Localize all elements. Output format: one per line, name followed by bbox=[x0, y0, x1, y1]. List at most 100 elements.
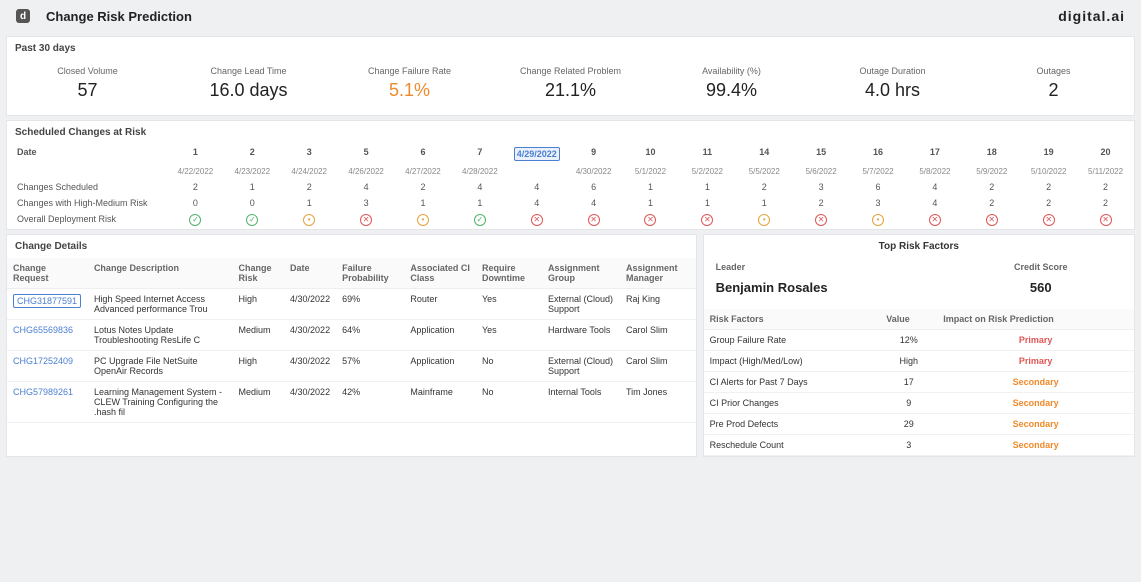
kpi-4[interactable]: Availability (%) 99.4% bbox=[651, 60, 812, 115]
sched-cell[interactable]: ✕ bbox=[508, 211, 565, 229]
sched-cell[interactable]: • bbox=[395, 211, 452, 229]
date-col-17[interactable]: 17 bbox=[906, 144, 963, 164]
sched-cell[interactable]: ✕ bbox=[622, 211, 679, 229]
table-row[interactable]: CHG17252409 PC Upgrade File NetSuite Ope… bbox=[7, 351, 696, 382]
date-col-14[interactable]: 14 bbox=[736, 144, 793, 164]
sched-cell[interactable]: 4 bbox=[565, 195, 622, 211]
sched-cell[interactable]: 1 bbox=[451, 195, 508, 211]
date-col-11[interactable]: 11 bbox=[679, 144, 736, 164]
change-request-link[interactable]: CHG57989261 bbox=[13, 387, 73, 397]
rf-row[interactable]: Reschedule Count 3 Secondary bbox=[704, 435, 1134, 456]
sched-cell[interactable]: 4 bbox=[508, 179, 565, 195]
sched-cell[interactable]: 2 bbox=[1020, 179, 1077, 195]
sched-cell[interactable]: 2 bbox=[963, 195, 1020, 211]
sched-cell[interactable]: ✕ bbox=[793, 211, 850, 229]
rf-row[interactable]: Group Failure Rate 12% Primary bbox=[704, 330, 1134, 351]
sched-cell[interactable]: ✓ bbox=[224, 211, 281, 229]
sched-cell[interactable]: 4 bbox=[338, 179, 395, 195]
sched-cell[interactable]: 1 bbox=[622, 195, 679, 211]
cd-header[interactable]: Date bbox=[284, 258, 336, 289]
sched-cell[interactable]: 4 bbox=[508, 195, 565, 211]
cd-header[interactable]: Change Request bbox=[7, 258, 88, 289]
kpi-0[interactable]: Closed Volume 57 bbox=[7, 60, 168, 115]
sched-cell[interactable]: ✓ bbox=[451, 211, 508, 229]
sched-cell[interactable]: 3 bbox=[338, 195, 395, 211]
cd-header[interactable]: Change Description bbox=[88, 258, 233, 289]
sched-cell[interactable]: 1 bbox=[622, 179, 679, 195]
date-col-5[interactable]: 5 bbox=[338, 144, 395, 164]
sched-cell[interactable]: 4 bbox=[906, 195, 963, 211]
date-col-10[interactable]: 10 bbox=[622, 144, 679, 164]
sched-cell[interactable]: 2 bbox=[793, 195, 850, 211]
cd-header[interactable]: Associated CI Class bbox=[404, 258, 476, 289]
kpi-2[interactable]: Change Failure Rate 5.1% bbox=[329, 60, 490, 115]
rf-row[interactable]: Impact (High/Med/Low) High Primary bbox=[704, 351, 1134, 372]
sched-cell[interactable]: 1 bbox=[224, 179, 281, 195]
date-col-1[interactable]: 1 bbox=[167, 144, 224, 164]
sched-cell[interactable]: 0 bbox=[167, 195, 224, 211]
sched-cell[interactable]: 6 bbox=[565, 179, 622, 195]
date-col-8[interactable]: 4/29/2022 bbox=[508, 144, 565, 164]
sched-cell[interactable]: 2 bbox=[395, 179, 452, 195]
cd-header[interactable]: Require Downtime bbox=[476, 258, 542, 289]
date-col-2[interactable]: 2 bbox=[224, 144, 281, 164]
date-col-16[interactable]: 16 bbox=[850, 144, 907, 164]
sched-cell[interactable]: 2 bbox=[1020, 195, 1077, 211]
app-menu-icon[interactable]: d bbox=[16, 9, 30, 23]
sched-cell[interactable]: • bbox=[281, 211, 338, 229]
rf-row[interactable]: CI Alerts for Past 7 Days 17 Secondary bbox=[704, 372, 1134, 393]
sched-cell[interactable]: 1 bbox=[395, 195, 452, 211]
sched-cell[interactable]: 2 bbox=[1077, 179, 1134, 195]
sched-cell[interactable]: 2 bbox=[736, 179, 793, 195]
sched-cell[interactable]: ✕ bbox=[679, 211, 736, 229]
date-col-20[interactable]: 20 bbox=[1077, 144, 1134, 164]
cd-header[interactable]: Change Risk bbox=[232, 258, 284, 289]
sched-cell[interactable]: ✕ bbox=[565, 211, 622, 229]
sched-cell[interactable]: ✕ bbox=[338, 211, 395, 229]
sched-cell[interactable]: ✕ bbox=[963, 211, 1020, 229]
sched-cell[interactable]: 4 bbox=[906, 179, 963, 195]
kpi-6[interactable]: Outages 2 bbox=[973, 60, 1134, 115]
date-col-7[interactable]: 7 bbox=[451, 144, 508, 164]
sched-cell[interactable]: 2 bbox=[1077, 195, 1134, 211]
date-col-3[interactable]: 3 bbox=[281, 144, 338, 164]
sched-cell[interactable]: • bbox=[850, 211, 907, 229]
kpi-5[interactable]: Outage Duration 4.0 hrs bbox=[812, 60, 973, 115]
sched-cell[interactable]: 1 bbox=[281, 195, 338, 211]
kpi-1[interactable]: Change Lead Time 16.0 days bbox=[168, 60, 329, 115]
sched-cell[interactable]: 3 bbox=[793, 179, 850, 195]
rf-row[interactable]: CI Prior Changes 9 Secondary bbox=[704, 393, 1134, 414]
sched-cell[interactable]: 1 bbox=[679, 195, 736, 211]
date-col-15[interactable]: 15 bbox=[793, 144, 850, 164]
sched-cell[interactable]: ✓ bbox=[167, 211, 224, 229]
change-request-link[interactable]: CHG17252409 bbox=[13, 356, 73, 366]
sched-cell[interactable]: 1 bbox=[736, 195, 793, 211]
sched-cell[interactable]: 6 bbox=[850, 179, 907, 195]
sched-cell[interactable]: 2 bbox=[167, 179, 224, 195]
cd-header[interactable]: Assignment Manager bbox=[620, 258, 696, 289]
sched-cell[interactable]: • bbox=[736, 211, 793, 229]
change-request-link[interactable]: CHG65569836 bbox=[13, 325, 73, 335]
sched-cell[interactable]: 1 bbox=[679, 179, 736, 195]
sched-cell[interactable]: ✕ bbox=[906, 211, 963, 229]
table-row[interactable]: CHG31877591 High Speed Internet Access A… bbox=[7, 289, 696, 320]
date-col-19[interactable]: 19 bbox=[1020, 144, 1077, 164]
sched-cell[interactable]: ✕ bbox=[1077, 211, 1134, 229]
date-col-18[interactable]: 18 bbox=[963, 144, 1020, 164]
cd-header[interactable]: Assignment Group bbox=[542, 258, 620, 289]
table-row[interactable]: CHG57989261 Learning Management System -… bbox=[7, 382, 696, 423]
kpi-3[interactable]: Change Related Problem 21.1% bbox=[490, 60, 651, 115]
rf-row[interactable]: Pre Prod Defects 29 Secondary bbox=[704, 414, 1134, 435]
sched-cell[interactable]: 2 bbox=[963, 179, 1020, 195]
sched-cell[interactable]: 2 bbox=[281, 179, 338, 195]
table-row[interactable]: CHG65569836 Lotus Notes Update Troublesh… bbox=[7, 320, 696, 351]
risk-green-icon: ✓ bbox=[246, 214, 258, 226]
date-col-6[interactable]: 6 bbox=[395, 144, 452, 164]
sched-cell[interactable]: ✕ bbox=[1020, 211, 1077, 229]
sched-cell[interactable]: 0 bbox=[224, 195, 281, 211]
date-col-9[interactable]: 9 bbox=[565, 144, 622, 164]
change-request-link[interactable]: CHG31877591 bbox=[13, 294, 81, 308]
cd-header[interactable]: Failure Probability bbox=[336, 258, 404, 289]
sched-cell[interactable]: 3 bbox=[850, 195, 907, 211]
sched-cell[interactable]: 4 bbox=[451, 179, 508, 195]
